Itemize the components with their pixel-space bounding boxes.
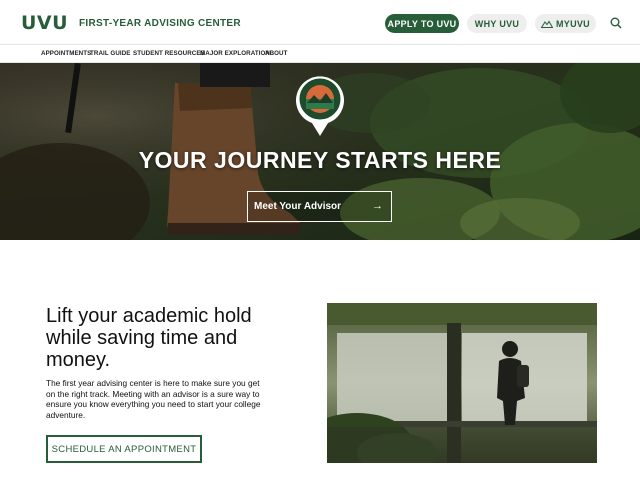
meet-your-advisor-label: Meet Your Advisor <box>254 201 342 212</box>
main-nav: APPOINTMENTS TRAIL GUIDE STUDENT RESOURC… <box>0 45 640 63</box>
search-icon[interactable] <box>610 17 622 29</box>
why-uvu-button[interactable]: WHY UVU <box>467 14 527 33</box>
uvu-logo[interactable]: UVU <box>21 12 69 34</box>
mountain-icon <box>540 20 553 28</box>
myuvu-button[interactable]: MYUVU <box>535 14 596 33</box>
site-title[interactable]: FIRST-YEAR ADVISING CENTER <box>79 18 241 29</box>
myuvu-label: MYUVU <box>555 18 590 29</box>
section-body: The first year advising center is here t… <box>46 378 261 420</box>
schedule-appointment-button[interactable]: SCHEDULE AN APPOINTMENT <box>46 435 202 463</box>
meet-your-advisor-button[interactable]: Meet Your Advisor → <box>247 191 392 222</box>
student-photo <box>327 303 597 463</box>
apply-button[interactable]: APPLY TO UVU <box>385 14 459 33</box>
nav-major-exploration[interactable]: MAJOR EXPLORATION <box>200 50 270 57</box>
nav-trail-guide[interactable]: TRAIL GUIDE <box>90 50 131 57</box>
hero-banner: YOUR JOURNEY STARTS HERE Meet Your Advis… <box>0 63 640 240</box>
nav-about[interactable]: ABOUT <box>265 50 288 57</box>
nav-student-resources[interactable]: STUDENT RESOURCES <box>133 50 205 57</box>
advising-center-badge <box>296 76 344 136</box>
nav-appointments[interactable]: APPOINTMENTS <box>41 50 91 57</box>
logo-text: UVU <box>21 12 69 34</box>
hero-title: YOUR JOURNEY STARTS HERE <box>138 147 502 173</box>
arrow-right-icon: → <box>372 200 383 212</box>
top-header: UVU FIRST-YEAR ADVISING CENTER APPLY TO … <box>0 0 640 45</box>
section-heading: Lift your academic hold while saving tim… <box>46 305 252 371</box>
